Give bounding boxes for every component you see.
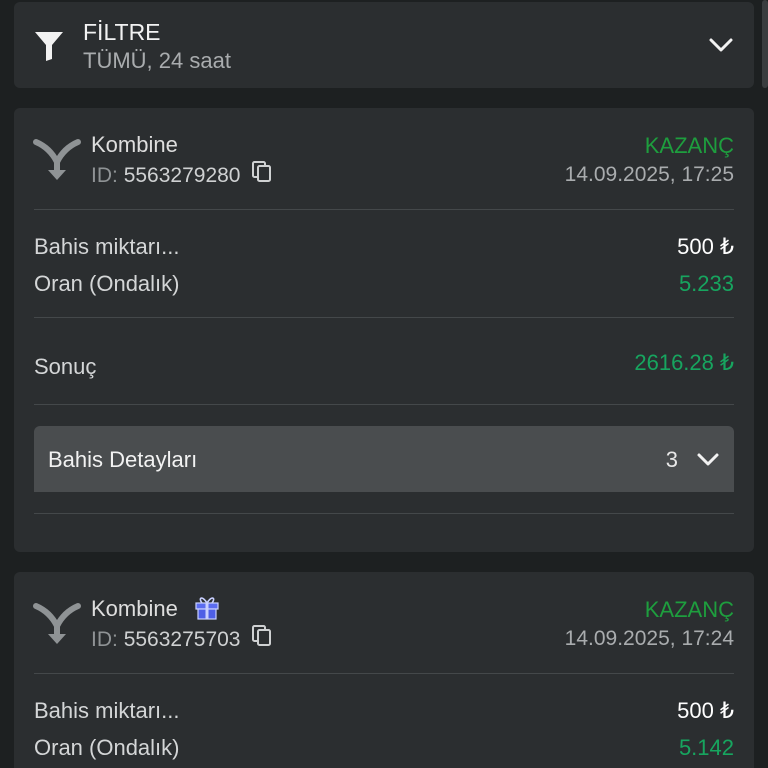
bet-type: Kombine	[91, 132, 178, 157]
bet-id-row: ID: 5563279280	[91, 164, 240, 188]
bet-id: 5563275703	[123, 628, 241, 651]
copy-icon[interactable]	[252, 625, 272, 647]
stake-label: Bahis miktarı...	[34, 234, 180, 259]
divider	[34, 513, 734, 514]
bet-details-label: Bahis Detayları	[48, 447, 198, 472]
chevron-down-icon	[697, 453, 719, 466]
stake-value: 500 ₺	[677, 234, 734, 259]
bet-id-label: ID:	[91, 164, 118, 187]
chevron-down-icon[interactable]	[708, 36, 734, 54]
divider	[34, 404, 734, 405]
status-badge: KAZANÇ	[644, 133, 734, 158]
status-badge: KAZANÇ	[644, 597, 734, 622]
bet-datetime: 14.09.2025, 17:25	[564, 163, 734, 186]
result-value: 2616.28 ₺	[634, 350, 734, 375]
divider	[34, 209, 734, 210]
filter-summary: TÜMÜ, 24 saat	[83, 48, 231, 73]
bet-type: Kombine	[91, 596, 178, 621]
odds-label: Oran (Ondalık)	[34, 735, 180, 760]
bet-id: 5563279280	[123, 164, 241, 187]
stake-value: 500 ₺	[677, 698, 734, 723]
bet-card[interactable]: Kombine ID: 5563279280 KAZANÇ 14.09.2025…	[14, 108, 754, 552]
gift-icon	[195, 597, 219, 620]
bet-card[interactable]: Kombine ID: 5563275703 KAZANÇ 14.09.2025…	[14, 572, 754, 768]
odds-value: 5.233	[678, 271, 734, 296]
copy-icon[interactable]	[252, 161, 272, 183]
combo-bet-icon	[33, 139, 81, 180]
bet-details-count: 3	[665, 447, 678, 472]
result-label: Sonuç	[34, 354, 97, 379]
filter-title: FİLTRE	[83, 19, 161, 45]
odds-value: 5.142	[678, 735, 734, 760]
bet-id-label: ID:	[91, 628, 118, 651]
combo-bet-icon	[33, 603, 81, 644]
divider	[34, 317, 734, 318]
filter-bar[interactable]: FİLTRE TÜMÜ, 24 saat	[14, 2, 754, 88]
filter-icon	[35, 32, 63, 61]
scrollbar[interactable]	[762, 0, 768, 88]
divider	[34, 673, 734, 674]
odds-label: Oran (Ondalık)	[34, 271, 180, 296]
bet-id-row: ID: 5563275703	[91, 628, 240, 652]
bet-details-toggle[interactable]: Bahis Detayları 3	[34, 426, 734, 492]
stake-label: Bahis miktarı...	[34, 698, 180, 723]
bet-datetime: 14.09.2025, 17:24	[564, 627, 734, 650]
